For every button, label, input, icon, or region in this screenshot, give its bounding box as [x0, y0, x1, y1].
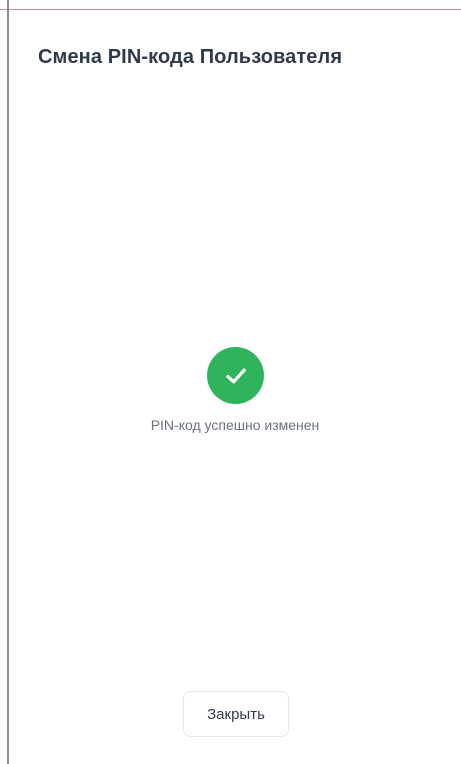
- success-message: PIN-код успешно изменен: [150, 417, 320, 433]
- dialog-title: Смена PIN-кода Пользователя: [38, 46, 343, 68]
- pin-change-dialog: Смена PIN-кода Пользователя PIN-код успе…: [9, 10, 461, 764]
- page: Смена PIN-кода Пользователя PIN-код успе…: [0, 0, 461, 764]
- check-circle-icon: [207, 347, 264, 404]
- close-button[interactable]: Закрыть: [183, 691, 289, 737]
